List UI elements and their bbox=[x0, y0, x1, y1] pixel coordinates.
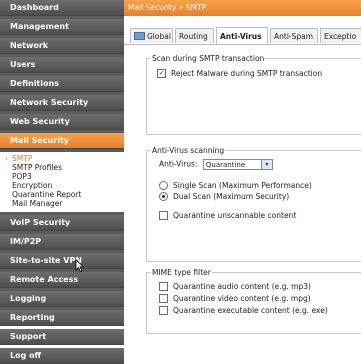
mouse-cursor-icon bbox=[75, 260, 85, 272]
nav-voip-security[interactable]: VoIP Security bbox=[0, 215, 124, 231]
nav-web-security[interactable]: Web Security bbox=[0, 114, 124, 130]
tab-anti-spam[interactable]: Anti-Spam bbox=[270, 28, 318, 43]
single-scan-label: Single Scan (Maximum Performance) bbox=[173, 181, 312, 190]
quarantine-executable-label: Quarantine executable content (e.g. exe) bbox=[173, 306, 328, 315]
quarantine-executable-row[interactable]: Quarantine executable content (e.g. exe) bbox=[159, 305, 328, 316]
scan-smtp-group: Scan during SMTP transaction ✓ Reject Mal… bbox=[146, 54, 361, 135]
quarantine-unscannable-checkbox[interactable] bbox=[159, 210, 168, 220]
quarantine-video-row[interactable]: Quarantine video content (e.g. mpg) bbox=[159, 293, 311, 304]
av-action-value: Quarantine bbox=[205, 161, 246, 169]
quarantine-executable-checkbox[interactable] bbox=[159, 305, 168, 315]
submenu-item-smtp-profiles[interactable]: SMTP Profiles bbox=[0, 163, 124, 172]
mime-filter-group: MIME type filter Quarantine audio conten… bbox=[146, 268, 361, 334]
quarantine-audio-checkbox[interactable] bbox=[159, 281, 168, 291]
nav-logging[interactable]: Logging bbox=[0, 291, 124, 307]
tab-exceptions[interactable]: Exceptio bbox=[320, 28, 361, 43]
nav-log-off[interactable]: Log off bbox=[0, 348, 124, 364]
sidebar: Dashboard Management Network Users Defin… bbox=[0, 0, 124, 364]
quarantine-video-label: Quarantine video content (e.g. mpg) bbox=[173, 294, 311, 303]
dual-scan-radio[interactable] bbox=[159, 191, 168, 201]
nav-site-to-site-vpn[interactable]: Site-to-site VPN bbox=[0, 253, 124, 269]
quarantine-unscannable-label: Quarantine unscannable content bbox=[173, 211, 297, 220]
nav-remote-access[interactable]: Remote Access bbox=[0, 272, 124, 288]
tab-global[interactable]: Global bbox=[130, 28, 173, 43]
submenu-item-smtp[interactable]: SMTP bbox=[0, 154, 124, 163]
av-action-label: Anti-Virus: bbox=[159, 159, 198, 169]
mime-filter-legend: MIME type filter bbox=[151, 268, 212, 277]
nav-im-p2p[interactable]: IM/P2P bbox=[0, 234, 124, 250]
scan-smtp-legend: Scan during SMTP transaction bbox=[151, 54, 266, 63]
av-scanning-legend: Anti-Virus scanning bbox=[151, 146, 226, 155]
global-icon bbox=[134, 32, 145, 40]
nav-management[interactable]: Management bbox=[0, 19, 124, 35]
submenu-item-quarantine-report[interactable]: Quarantine Report bbox=[0, 190, 124, 199]
submenu-item-encryption[interactable]: Encryption bbox=[0, 181, 124, 190]
quarantine-unscannable-row[interactable]: Quarantine unscannable content bbox=[159, 210, 297, 221]
nav-dashboard[interactable]: Dashboard bbox=[0, 0, 124, 16]
nav-users[interactable]: Users bbox=[0, 57, 124, 73]
tab-routing[interactable]: Routing bbox=[175, 28, 214, 43]
nav-support[interactable]: Support bbox=[0, 329, 124, 345]
av-action-row: Anti-Virus: Quarantine ▾ bbox=[159, 159, 273, 170]
main-content: Mail Security » SMTP Global Routing Anti… bbox=[124, 0, 361, 334]
mail-security-submenu: SMTP SMTP Profiles POP3 Encryption Quara… bbox=[0, 152, 124, 212]
tab-bar: Global Routing Anti-Virus Anti-Spam Exce… bbox=[124, 26, 361, 45]
single-scan-row[interactable]: Single Scan (Maximum Performance) bbox=[159, 180, 312, 191]
reject-malware-row[interactable]: ✓ Reject Malware during SMTP transaction bbox=[157, 68, 323, 79]
quarantine-video-checkbox[interactable] bbox=[159, 293, 168, 303]
av-action-select[interactable]: Quarantine ▾ bbox=[202, 159, 273, 170]
submenu-item-mail-manager[interactable]: Mail Manager bbox=[0, 199, 124, 208]
dual-scan-label: Dual Scan (Maximum Security) bbox=[173, 192, 290, 201]
tab-global-label: Global bbox=[147, 32, 171, 41]
dual-scan-row[interactable]: Dual Scan (Maximum Security) bbox=[159, 191, 290, 202]
nav-network-security[interactable]: Network Security bbox=[0, 95, 124, 111]
quarantine-audio-label: Quarantine audio content (e.g. mp3) bbox=[173, 282, 311, 291]
chevron-down-icon: ▾ bbox=[260, 160, 272, 169]
nav-mail-security[interactable]: Mail Security bbox=[0, 133, 124, 149]
reject-malware-label: Reject Malware during SMTP transaction bbox=[171, 69, 323, 78]
nav-network[interactable]: Network bbox=[0, 38, 124, 54]
tab-anti-virus[interactable]: Anti-Virus bbox=[216, 27, 268, 44]
submenu-item-pop3[interactable]: POP3 bbox=[0, 172, 124, 181]
av-scanning-group: Anti-Virus scanning Anti-Virus: Quaranti… bbox=[146, 146, 361, 262]
nav-reporting[interactable]: Reporting bbox=[0, 310, 124, 326]
breadcrumb: Mail Security » SMTP bbox=[124, 0, 361, 16]
nav-definitions[interactable]: Definitions bbox=[0, 76, 124, 92]
quarantine-audio-row[interactable]: Quarantine audio content (e.g. mp3) bbox=[159, 281, 311, 292]
single-scan-radio[interactable] bbox=[159, 180, 168, 190]
reject-malware-checkbox[interactable]: ✓ bbox=[157, 68, 166, 78]
